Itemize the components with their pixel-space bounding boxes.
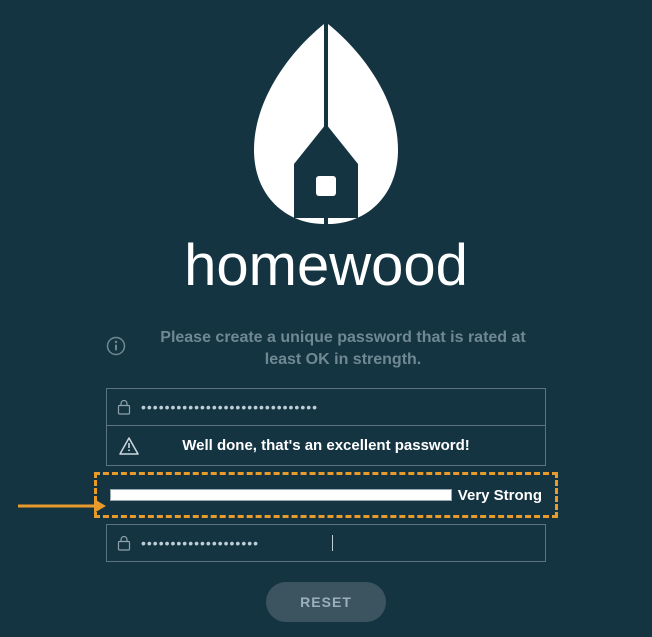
strength-meter: Very Strong bbox=[106, 476, 546, 514]
password-field[interactable] bbox=[106, 388, 546, 426]
text-caret bbox=[332, 535, 333, 551]
lock-icon bbox=[107, 535, 141, 551]
arrow-annotation bbox=[16, 496, 108, 516]
password-input[interactable] bbox=[141, 399, 545, 415]
confirm-password-input[interactable] bbox=[141, 535, 332, 551]
reset-button[interactable]: RESET bbox=[266, 582, 386, 622]
lock-icon bbox=[107, 399, 141, 415]
page-container: homewood Please create a unique password… bbox=[0, 0, 652, 622]
warning-icon bbox=[107, 437, 151, 455]
strength-bar bbox=[110, 489, 452, 501]
feedback-text: Well done, that's an excellent password! bbox=[151, 437, 545, 454]
instruction-text: Please create a unique password that is … bbox=[140, 327, 546, 370]
strength-label: Very Strong bbox=[458, 487, 542, 504]
homewood-leaf-icon bbox=[236, 18, 416, 228]
password-feedback: Well done, that's an excellent password! bbox=[106, 426, 546, 466]
info-icon bbox=[106, 336, 126, 361]
instruction-row: Please create a unique password that is … bbox=[106, 327, 546, 370]
password-form: Well done, that's an excellent password!… bbox=[106, 388, 546, 622]
brand-logo: homewood bbox=[184, 18, 468, 299]
brand-name: homewood bbox=[184, 232, 468, 299]
confirm-password-field[interactable] bbox=[106, 524, 546, 562]
